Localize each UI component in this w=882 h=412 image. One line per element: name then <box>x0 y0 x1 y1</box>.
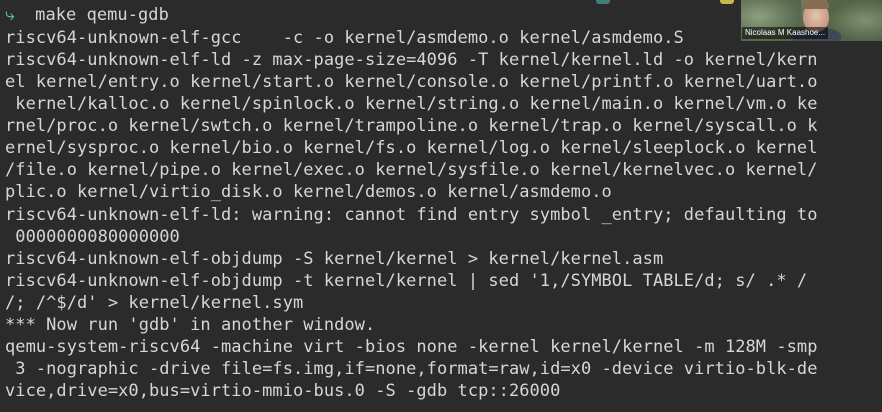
cutoff-accent <box>720 0 734 4</box>
output-line: el kernel/entry.o kernel/start.o kernel/… <box>5 72 818 92</box>
output-line: riscv64-unknown-elf-objdump -S kernel/ke… <box>5 249 664 269</box>
prompt-line: ⤷ make qemu-gdb <box>5 4 169 26</box>
webcam-video-tile[interactable]: Nicolaas M Kaashoe... <box>741 0 882 41</box>
cutoff-accent <box>596 0 610 4</box>
terminal-window[interactable]: ⤷ make qemu-gdb riscv64-unknown-elf-gcc … <box>0 0 882 412</box>
output-line: rnel/proc.o kernel/swtch.o kernel/trampo… <box>5 116 818 136</box>
output-line: /; /^$/d' > kernel/kernel.sym <box>5 293 304 313</box>
output-line: riscv64-unknown-elf-gcc -c -o kernel/asm… <box>5 28 684 48</box>
output-line: riscv64-unknown-elf-objdump -t kernel/ke… <box>5 271 808 291</box>
output-line: qemu-system-riscv64 -machine virt -bios … <box>5 337 818 357</box>
output-line: 3 -nographic -drive file=fs.img,if=none,… <box>5 359 818 379</box>
output-line: riscv64-unknown-elf-ld: warning: cannot … <box>5 205 818 225</box>
output-line: kernel/kalloc.o kernel/spinlock.o kernel… <box>5 94 818 114</box>
output-line: plic.o kernel/virtio_disk.o kernel/demos… <box>5 182 612 202</box>
prompt-arrow-icon: ⤷ <box>5 5 15 25</box>
output-line: *** Now run 'gdb' in another window. <box>5 315 376 335</box>
output-line: /file.o kernel/pipe.o kernel/exec.o kern… <box>5 160 818 180</box>
participant-name-label: Nicolaas M Kaashoe... <box>742 27 829 39</box>
command-text: make qemu-gdb <box>35 5 169 25</box>
output-line: 0000000080000000 <box>5 227 180 247</box>
output-line: vice,drive=x0,bus=virtio-mmio-bus.0 -S -… <box>5 381 561 401</box>
output-line: ernel/sysproc.o kernel/bio.o kernel/fs.o… <box>5 138 818 158</box>
output-line: riscv64-unknown-elf-ld -z max-page-size=… <box>5 50 818 70</box>
participant-hair <box>803 0 829 9</box>
